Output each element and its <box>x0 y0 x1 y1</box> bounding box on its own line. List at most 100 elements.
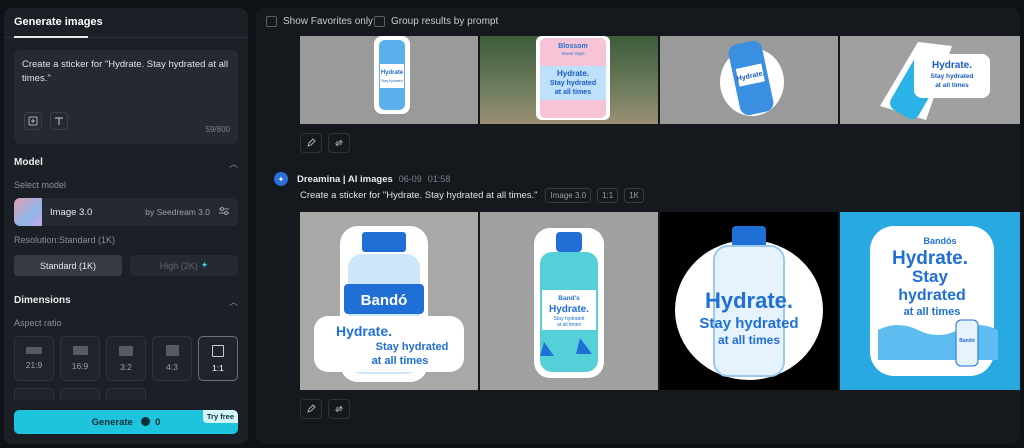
ratio-shape <box>212 344 224 357</box>
settings-sliders-icon[interactable] <box>218 205 230 220</box>
chevron-up-icon[interactable]: ︿ <box>229 157 238 170</box>
aspect-ratio-option[interactable] <box>60 388 100 400</box>
sticker-text: Hydrate. <box>549 304 589 315</box>
credit-icon <box>141 417 151 426</box>
ratio-label: 1:1 <box>212 362 224 373</box>
model-thumbnail <box>14 198 42 226</box>
aspect-ratio-option[interactable] <box>14 388 54 400</box>
sticker-text: at all times <box>372 355 429 367</box>
model-selector[interactable]: Image 3.0 by Seedream 3.0 <box>14 198 238 226</box>
group-prompt[interactable]: Create a sticker for "Hydrate. Stay hydr… <box>300 190 537 201</box>
regenerate-icon[interactable] <box>328 399 350 419</box>
ratio-shape <box>72 346 88 355</box>
results-panel: Show Favorites only Group results by pro… <box>256 8 1020 444</box>
aspect-ratio-21-9[interactable]: 21:9 <box>14 336 54 381</box>
bottle-sticker-illustration: Blossom Street Style Hydrate. Stay hydra… <box>536 36 610 120</box>
aspect-ratio-option[interactable] <box>106 388 146 400</box>
sticker-text: at all times <box>904 306 961 318</box>
sparkle-icon: ✦ <box>200 260 209 270</box>
group-by-prompt-filter[interactable]: Group results by prompt <box>374 16 498 27</box>
text-format-icon[interactable] <box>50 112 68 130</box>
sticker-text: Stay hydrated <box>376 341 449 353</box>
favorites-filter[interactable]: Show Favorites only <box>266 16 373 27</box>
tab-underline <box>14 36 88 38</box>
resolution-standard-button[interactable]: Standard (1K) <box>14 255 122 276</box>
aspect-ratio-1-1[interactable]: 1:1 <box>198 336 238 381</box>
model-provider: by Seedream 3.0 <box>145 207 210 217</box>
generate-text: Generate <box>91 417 133 428</box>
favorites-filter-label: Show Favorites only <box>283 16 374 27</box>
aspect-ratio-3-2[interactable]: 3:2 <box>106 336 146 381</box>
sticker-text: Bandó <box>361 292 408 309</box>
tab-bar: Generate images <box>4 8 248 38</box>
resolution-tag: 1K <box>624 188 644 203</box>
char-counter: 59/800 <box>205 125 230 134</box>
sticker-text: Hydrate. <box>336 323 392 339</box>
ratio-label: 3:2 <box>120 361 132 372</box>
group-time: 01:58 <box>427 174 451 184</box>
aspect-ratio-label: Aspect ratio <box>14 318 62 328</box>
sticker-text: Bandó <box>959 338 975 344</box>
ratio-shape <box>119 345 133 356</box>
bottle-sticker-illustration: Hydrate. Stay hydrated at all times <box>675 226 823 380</box>
bottle-sticker-illustration: Bandós Hydrate. Stay hydrated at all tim… <box>870 226 998 376</box>
image-reference-icon[interactable] <box>24 112 42 130</box>
resolution-standard-label: Standard (1K) <box>39 260 97 271</box>
result-image[interactable]: Hydrate Stay hydrated <box>300 36 478 124</box>
bottle-sticker-illustration: Hydrate. Stay hydrated at all times <box>880 42 990 120</box>
ratio-tag: 1:1 <box>597 188 619 203</box>
sticker-text: Stay hydrated <box>931 73 974 80</box>
ratio-label: 21:9 <box>25 360 43 370</box>
aspect-ratio-4-3[interactable]: 4:3 <box>152 336 192 381</box>
result-image[interactable]: Band's Hydrate. Stay hydrated at all tim… <box>480 212 658 390</box>
regenerate-icon[interactable] <box>328 133 350 153</box>
try-free-badge: Try free <box>202 410 238 423</box>
sticker-text: Stay hydrated <box>381 79 403 83</box>
result-image[interactable]: Bandó Hydrate. Stay hydrated at all time… <box>300 212 478 390</box>
group-prompt-row: Create a sticker for "Hydrate. Stay hydr… <box>300 188 650 203</box>
sticker-text: Stay <box>912 267 948 286</box>
sticker-text: Hydrate <box>381 70 404 76</box>
select-model-label: Select model <box>14 180 67 190</box>
ratio-shape <box>26 347 42 354</box>
edit-icon[interactable] <box>300 399 322 419</box>
resolution-high-label: High (2K) <box>159 260 198 271</box>
ratio-shape <box>165 345 179 356</box>
model-tag: Image 3.0 <box>545 188 592 203</box>
sticker-text: Hydrate. <box>932 60 972 71</box>
sticker-text: Blossom <box>558 43 588 50</box>
sticker-text: Hydrate. <box>557 69 589 78</box>
app-root: Generate images Create a sticker for "Hy… <box>0 0 1024 448</box>
dimensions-section-title: Dimensions <box>14 295 71 306</box>
chevron-up-icon[interactable]: ︿ <box>229 295 238 308</box>
aspect-ratio-16-9[interactable]: 16:9 <box>60 336 100 381</box>
left-panel: Generate images Create a sticker for "Hy… <box>4 8 248 444</box>
sticker-text: at all times <box>555 89 591 96</box>
bottle-sticker-illustration: Hydrate. <box>720 40 784 116</box>
prompt-input[interactable]: Create a sticker for "Hydrate. Stay hydr… <box>14 50 238 144</box>
bottle-sticker-illustration: Band's Hydrate. Stay hydrated at all tim… <box>534 228 604 378</box>
tab-generate-images[interactable]: Generate images <box>14 16 103 28</box>
model-name: Image 3.0 <box>50 207 93 218</box>
sticker-text: Stay hydrated <box>699 315 798 332</box>
bottle-sticker-illustration: Hydrate Stay hydrated <box>374 36 410 114</box>
checkbox[interactable] <box>374 16 385 27</box>
dreamina-avatar-icon: ✦ <box>274 172 288 186</box>
result-image[interactable]: Hydrate. Stay hydrated at all times <box>660 212 838 390</box>
result-image[interactable]: Blossom Street Style Hydrate. Stay hydra… <box>480 36 658 124</box>
edit-icon[interactable] <box>300 133 322 153</box>
result-image[interactable]: Hydrate. <box>660 36 838 124</box>
group-date: 06-09 <box>398 174 422 184</box>
result-image[interactable]: Bandós Hydrate. Stay hydrated at all tim… <box>840 212 1020 390</box>
sticker-text: Band's <box>558 295 580 302</box>
sticker-text: hydrated <box>898 287 966 304</box>
bottle-sticker-illustration: Bandó Hydrate. Stay hydrated at all time… <box>314 226 464 382</box>
resolution-high-button[interactable]: High (2K) ✦ <box>130 255 238 276</box>
generate-button[interactable]: Generate 0 Try free <box>14 410 238 434</box>
result-image[interactable]: Hydrate. Stay hydrated at all times <box>840 36 1020 124</box>
sticker-text: at all times <box>718 333 780 347</box>
prompt-text[interactable]: Create a sticker for "Hydrate. Stay hydr… <box>22 58 230 86</box>
checkbox[interactable] <box>266 16 277 27</box>
sticker-text: Street Style <box>561 51 585 56</box>
ratio-label: 4:3 <box>166 362 178 372</box>
